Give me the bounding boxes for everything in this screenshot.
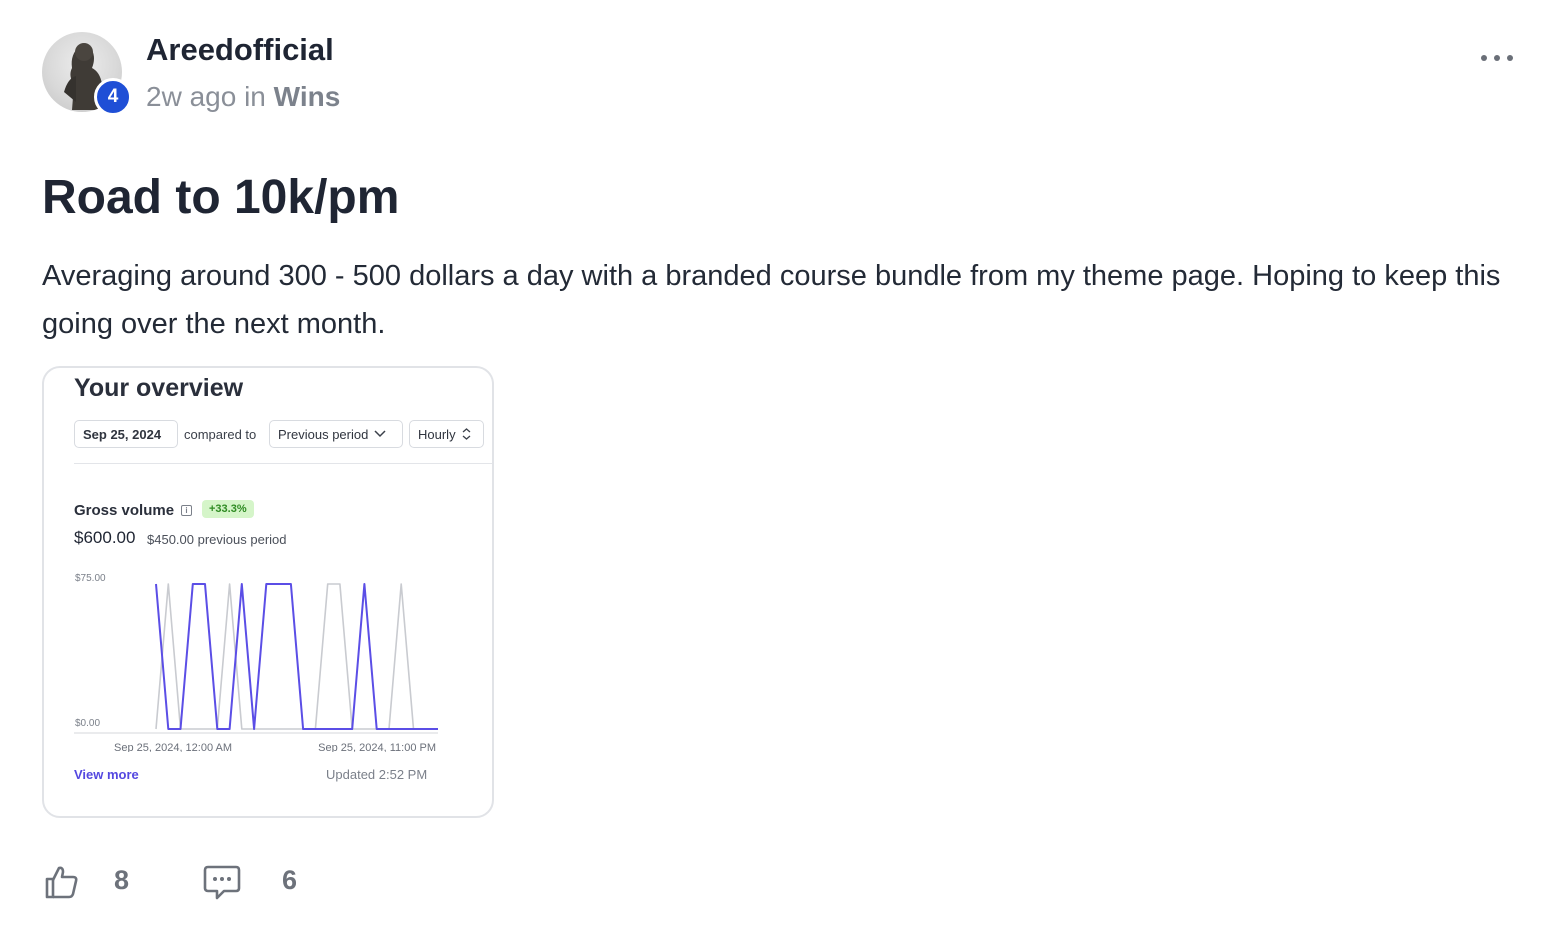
attached-image[interactable]: Your overview Sep 25, 2024 compared to P… (42, 366, 494, 818)
previous-period-value: $450.00 previous period (147, 532, 287, 547)
author-avatar[interactable]: 4 (42, 32, 132, 116)
granularity-pill: Hourly (409, 420, 484, 448)
thumbs-up-icon (45, 866, 78, 899)
overview-title: Your overview (74, 374, 244, 402)
updated-time: Updated 2:52 PM (326, 767, 428, 782)
like-count: 8 (114, 865, 130, 895)
y-tick-label: $0.00 (75, 718, 100, 729)
date-label: Sep 25, 2024 (83, 426, 162, 442)
gross-volume-chart: $75.00 $0.00 Sep 25, 2024, 12:00 AM Sep … (74, 573, 438, 752)
metric-label: Gross volume i (74, 502, 193, 519)
like-button[interactable] (42, 862, 80, 902)
dot-icon (1494, 55, 1500, 61)
in-word: in (244, 81, 266, 112)
period-label: Previous period (278, 426, 369, 442)
metric-label-text: Gross volume (74, 502, 175, 519)
more-options-button[interactable] (1478, 48, 1516, 68)
period-pill: Previous period (269, 420, 403, 448)
growth-badge: +33.3% (202, 500, 254, 518)
metric-value: $600.00 (74, 528, 136, 547)
post-body: Averaging around 300 - 500 dollars a day… (42, 260, 1501, 340)
dot-icon (1481, 55, 1487, 61)
category-link[interactable]: Wins (274, 81, 341, 112)
y-tick-label: $75.00 (75, 573, 106, 584)
post-title: Road to 10k/pm (42, 171, 400, 224)
info-icon: i (181, 505, 193, 516)
compared-to-label: compared to (184, 427, 257, 442)
post-meta: 2w ago in Wins (146, 80, 340, 114)
view-more-link[interactable]: View more (74, 767, 139, 782)
dot-icon (1507, 55, 1513, 61)
x-tick-label: Sep 25, 2024, 11:00 PM (318, 742, 436, 752)
level-badge: 4 (94, 78, 132, 116)
post-time: 2w ago (146, 81, 237, 112)
post-card: 4 Areedofficial 2w ago in Wins Road to 1… (0, 0, 1548, 926)
comment-icon (203, 865, 241, 900)
comment-button[interactable] (202, 862, 242, 902)
x-tick-label: Sep 25, 2024, 12:00 AM (114, 742, 232, 752)
chevron-up-down-icon (462, 428, 471, 440)
chevron-down-icon (374, 430, 386, 438)
author-name[interactable]: Areedofficial (146, 32, 334, 68)
granularity-label: Hourly (418, 426, 456, 442)
comment-count: 6 (282, 865, 298, 895)
divider (74, 463, 492, 464)
date-pill: Sep 25, 2024 (74, 420, 178, 448)
